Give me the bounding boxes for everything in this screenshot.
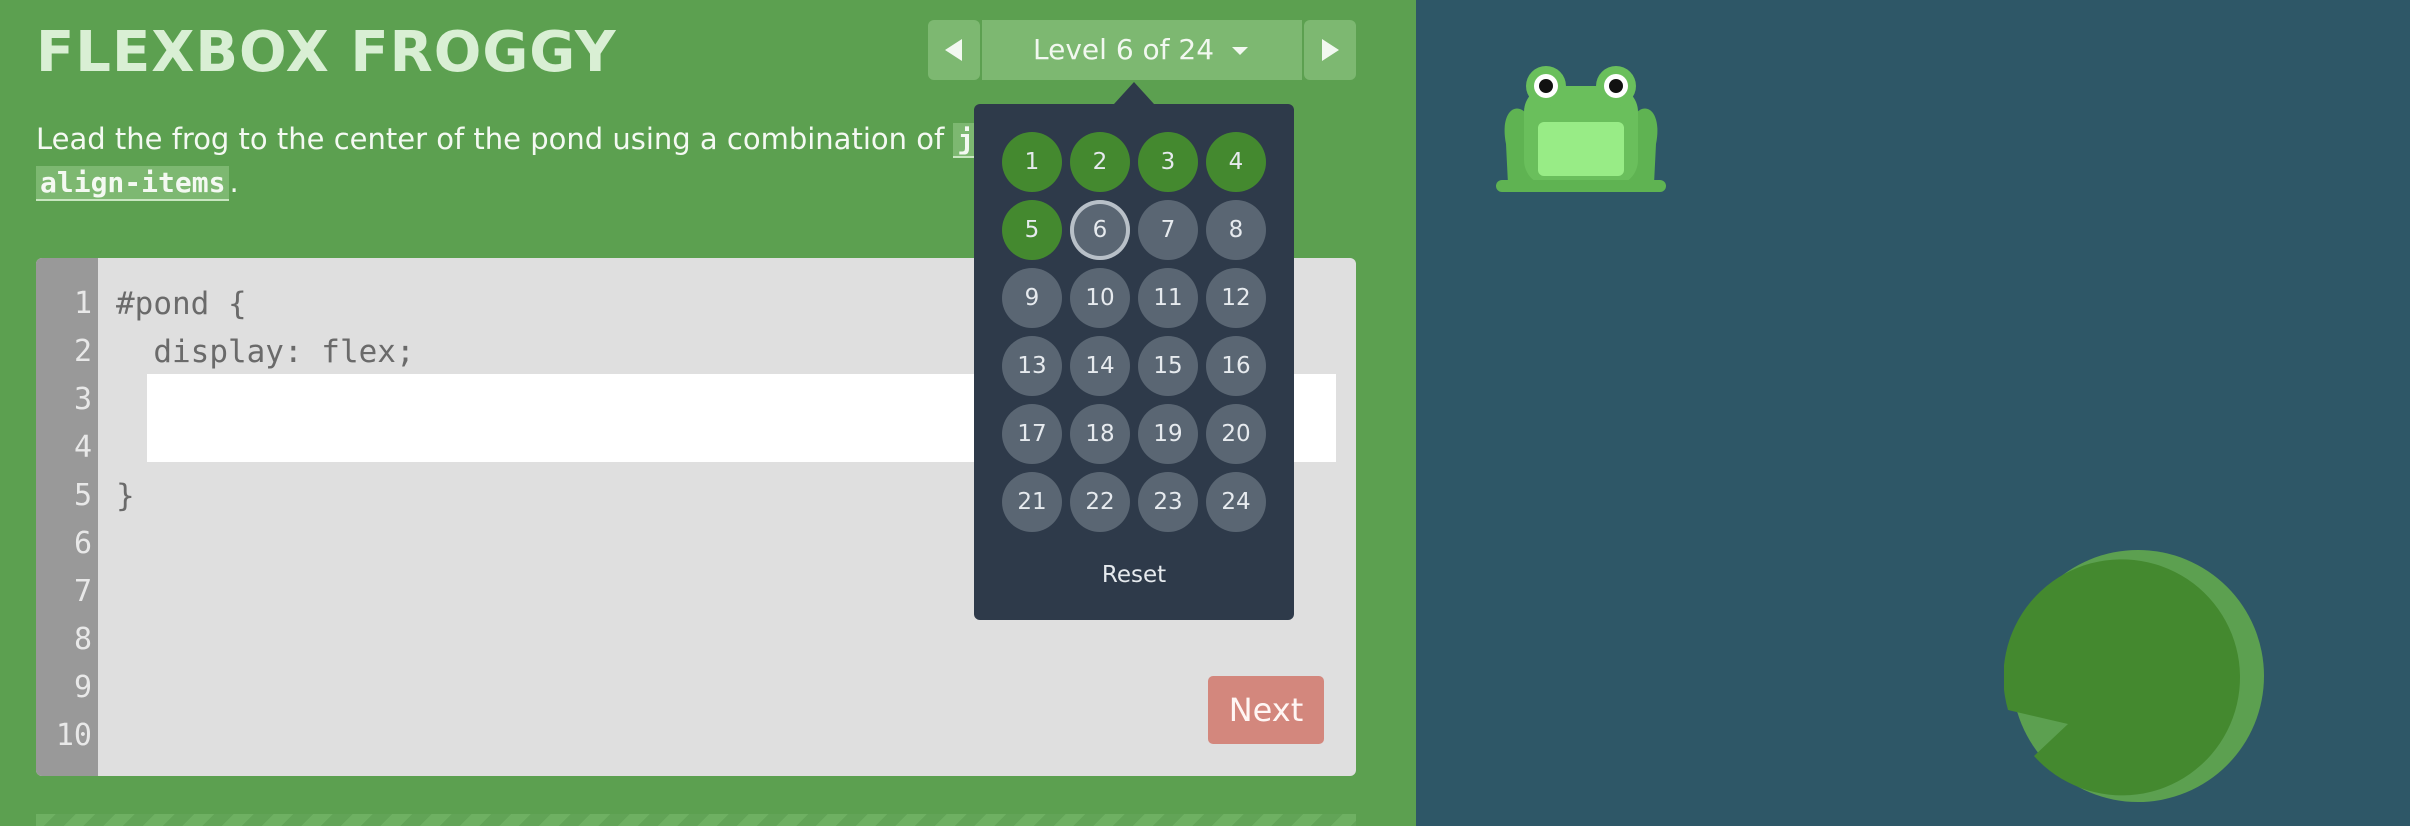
level-button-10[interactable]: 10 bbox=[1070, 268, 1130, 328]
code-line-closing-brace: } bbox=[116, 478, 135, 514]
line-number: 9 bbox=[73, 670, 92, 705]
level-button-7[interactable]: 7 bbox=[1138, 200, 1198, 260]
level-button-21[interactable]: 21 bbox=[1002, 472, 1062, 532]
line-number: 1 bbox=[73, 286, 92, 321]
level-button-19[interactable]: 19 bbox=[1138, 404, 1198, 464]
level-button-6[interactable]: 6 bbox=[1070, 200, 1130, 260]
level-button-4[interactable]: 4 bbox=[1206, 132, 1266, 192]
level-button-1[interactable]: 1 bbox=[1002, 132, 1062, 192]
line-number: 10 bbox=[55, 718, 92, 753]
level-button-20[interactable]: 20 bbox=[1206, 404, 1266, 464]
level-button-11[interactable]: 11 bbox=[1138, 268, 1198, 328]
line-number: 4 bbox=[73, 430, 92, 465]
level-button-15[interactable]: 15 bbox=[1138, 336, 1198, 396]
instructions-end: . bbox=[229, 165, 239, 199]
level-button-5[interactable]: 5 bbox=[1002, 200, 1062, 260]
level-indicator[interactable]: Level 6 of 24 bbox=[982, 20, 1302, 80]
level-navigation: Level 6 of 24 bbox=[928, 20, 1356, 80]
frog-icon bbox=[1496, 66, 1666, 192]
level-button-16[interactable]: 16 bbox=[1206, 336, 1266, 396]
dropdown-pointer bbox=[1114, 82, 1154, 104]
level-button-24[interactable]: 24 bbox=[1206, 472, 1266, 532]
app-logo: FLEXBOX FROGGY bbox=[36, 20, 617, 85]
code-line-pond-selector: #pond { bbox=[116, 286, 247, 322]
line-number: 6 bbox=[73, 526, 92, 561]
level-select-dropdown: Reset 1 2 3 4 5 6 7 8 9 10 11 12 13 14 15 16 17 18 19 20 21 2… bbox=[974, 104, 1294, 620]
bottom-decoration bbox=[36, 814, 1356, 826]
reset-button[interactable]: Reset bbox=[974, 562, 1294, 588]
level-button-14[interactable]: 14 bbox=[1070, 336, 1130, 396]
level-button-17[interactable]: 17 bbox=[1002, 404, 1062, 464]
caret-down-icon bbox=[1231, 47, 1248, 55]
level-button-8[interactable]: 8 bbox=[1206, 200, 1266, 260]
level-button-13[interactable]: 13 bbox=[1002, 336, 1062, 396]
next-level-nav-button[interactable] bbox=[1304, 20, 1356, 80]
code-line-display-flex: display: flex; bbox=[116, 334, 415, 370]
level-button-22[interactable]: 22 bbox=[1070, 472, 1130, 532]
line-number: 3 bbox=[73, 382, 92, 417]
triangle-left-icon bbox=[945, 39, 962, 61]
level-button-9[interactable]: 9 bbox=[1002, 268, 1062, 328]
line-number: 5 bbox=[73, 478, 92, 513]
level-button-3[interactable]: 3 bbox=[1138, 132, 1198, 192]
level-button-2[interactable]: 2 bbox=[1070, 132, 1130, 192]
line-number: 2 bbox=[73, 334, 92, 369]
line-number: 7 bbox=[73, 574, 92, 609]
pond-board bbox=[1416, 0, 2410, 826]
level-label: Level 6 of 24 bbox=[1033, 33, 1215, 66]
triangle-right-icon bbox=[1322, 39, 1339, 61]
prev-level-button[interactable] bbox=[928, 20, 980, 80]
line-number: 8 bbox=[73, 622, 92, 657]
align-items-keyword[interactable]: align-items bbox=[36, 166, 230, 201]
level-button-23[interactable]: 23 bbox=[1138, 472, 1198, 532]
instructions-text: Lead the frog to the center of the pond … bbox=[36, 122, 954, 156]
level-button-12[interactable]: 12 bbox=[1206, 268, 1266, 328]
level-button-18[interactable]: 18 bbox=[1070, 404, 1130, 464]
lilypad-icon bbox=[2004, 550, 2264, 802]
next-button[interactable]: Next bbox=[1208, 676, 1324, 744]
line-number-gutter: 1 2 3 4 5 6 7 8 9 10 bbox=[36, 258, 98, 776]
